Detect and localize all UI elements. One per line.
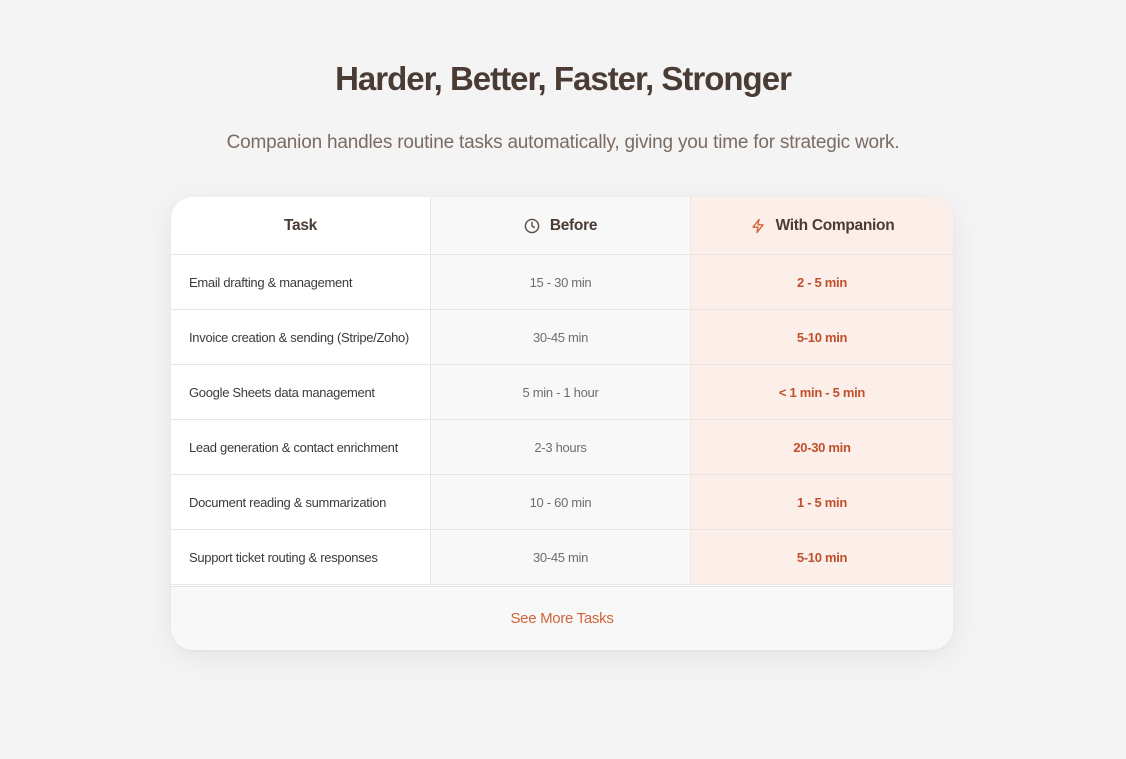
page-title: Harder, Better, Faster, Stronger <box>335 60 792 97</box>
task-cell: Invoice creation & sending (Stripe/Zoho) <box>171 310 431 365</box>
column-header-task-label: Task <box>284 216 317 234</box>
before-time-cell: 30-45 min <box>431 530 691 585</box>
companion-time-cell: 5-10 min <box>691 310 953 365</box>
column-header-with-companion: With Companion <box>691 197 953 255</box>
before-time-cell: 10 - 60 min <box>431 475 691 530</box>
task-cell: Email drafting & management <box>171 255 431 310</box>
task-cell: Support ticket routing & responses <box>171 530 431 585</box>
before-time-cell: 30-45 min <box>431 310 691 365</box>
column-header-before-label: Before <box>549 216 598 234</box>
lightning-icon <box>750 218 766 234</box>
companion-time-cell: 5-10 min <box>691 530 953 585</box>
page-subtitle: Companion handles routine tasks automati… <box>226 132 900 153</box>
comparison-table: Task Before With Companion Email draftin… <box>171 197 953 585</box>
before-time-cell: 5 min - 1 hour <box>431 365 691 420</box>
companion-time-cell: 2 - 5 min <box>691 255 953 310</box>
task-cell: Google Sheets data management <box>171 365 431 420</box>
clock-icon <box>524 218 540 234</box>
task-cell: Lead generation & contact enrichment <box>171 420 431 475</box>
column-header-with-companion-label: With Companion <box>775 216 895 234</box>
companion-time-cell: < 1 min - 5 min <box>691 365 953 420</box>
column-header-before: Before <box>431 197 691 255</box>
before-time-cell: 15 - 30 min <box>431 255 691 310</box>
before-time-cell: 2-3 hours <box>431 420 691 475</box>
task-cell: Document reading & summarization <box>171 475 431 530</box>
column-header-task: Task <box>171 197 431 255</box>
comparison-card: Task Before With Companion Email draftin… <box>171 197 953 650</box>
see-more-tasks-link[interactable]: See More Tasks <box>510 610 613 627</box>
companion-time-cell: 1 - 5 min <box>691 475 953 530</box>
table-footer: See More Tasks <box>171 586 953 650</box>
page: Harder, Better, Faster, Stronger Compani… <box>0 0 1126 759</box>
companion-time-cell: 20-30 min <box>691 420 953 475</box>
